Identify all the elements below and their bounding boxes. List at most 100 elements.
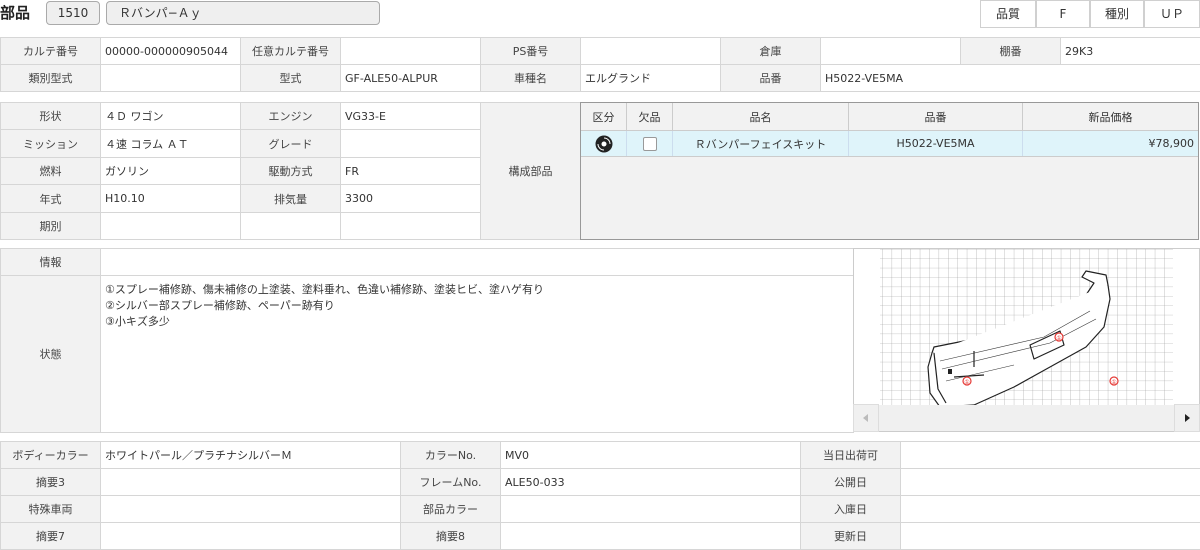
update-date-label: 更新日: [800, 522, 901, 550]
public-date-label: 公開日: [800, 468, 901, 496]
missing-cell: [627, 131, 673, 156]
color-no-label: カラーNo.: [400, 441, 501, 469]
shelf-label: 棚番: [960, 37, 1061, 65]
memo7-value: [100, 522, 401, 550]
part-no-value: H5022-VE5MA: [820, 64, 1200, 92]
year-value: H10.10: [100, 184, 241, 213]
col-part-no: 品番: [849, 103, 1023, 130]
arrival-date-label: 入庫日: [800, 495, 901, 523]
period-value: [100, 212, 241, 240]
update-date-value: [900, 522, 1200, 550]
state-label: 状態: [0, 275, 101, 433]
engine-value: VG33-E: [340, 102, 481, 130]
quality-label: 品質: [980, 0, 1036, 28]
type-label: 種別: [1090, 0, 1144, 28]
period-spacer: [240, 212, 341, 240]
frame-no-value: ALE50-033: [500, 468, 801, 496]
col-new-price: 新品価格: [1023, 103, 1198, 130]
special-vehicle-label: 特殊車両: [0, 495, 101, 523]
car-name-value: エルグランド: [580, 64, 721, 92]
state-line: ③小キズ多少: [105, 315, 170, 328]
triangle-right-icon: [1185, 414, 1190, 422]
triangle-left-icon: [863, 414, 868, 422]
class-model-value: [100, 64, 241, 92]
info-value: [100, 248, 854, 276]
displacement-label: 排気量: [240, 184, 341, 213]
drive-value: FR: [340, 157, 481, 185]
col-name: 品名: [673, 103, 849, 130]
damage-marker: ①: [1111, 379, 1116, 386]
karte-info-table: カルテ番号 00000-000000905044 任意カルテ番号 PS番号 倉庫…: [0, 37, 1200, 92]
bottom-info-table: ボディーカラー ホワイトパール／プラチナシルバーＭ カラーNo. MV0 当日出…: [0, 441, 1200, 550]
special-vehicle-value: [100, 495, 401, 523]
ps-no-label: PS番号: [480, 37, 581, 65]
body-color-label: ボディーカラー: [0, 441, 101, 469]
part-code-field[interactable]: 1510: [46, 1, 100, 25]
memo8-value: [500, 522, 801, 550]
public-date-value: [900, 468, 1200, 496]
memo7-label: 摘要7: [0, 522, 101, 550]
karte-no-value: 00000-000000905044: [100, 37, 241, 65]
missing-checkbox[interactable]: [642, 136, 657, 151]
shelf-value: 29K3: [1060, 37, 1200, 65]
color-no-value: MV0: [500, 441, 801, 469]
any-karte-value: [340, 37, 481, 65]
col-category: 区分: [581, 103, 627, 130]
part-color-value: [500, 495, 801, 523]
damage-marker: ①: [1056, 335, 1061, 342]
period-spacer: [340, 212, 481, 240]
table-row[interactable]: Ｒバンパーフェイスキット H5022-VE5MA ¥78,900: [581, 131, 1198, 157]
state-line: ②シルバー部スプレー補修跡、ペーパー跡有り: [105, 299, 335, 312]
disc-icon: [595, 135, 612, 152]
info-label: 情報: [0, 248, 101, 276]
any-karte-label: 任意カルテ番号: [240, 37, 341, 65]
components-list: 区分 欠品 品名 品番 新品価格 Ｒバンパーフェイスキット H5022-VE5M…: [580, 102, 1199, 240]
class-model-label: 類別型式: [0, 64, 101, 92]
price-cell: ¥78,900: [1148, 137, 1195, 150]
car-name-label: 車種名: [480, 64, 581, 92]
model-value: GF-ALE50-ALPUR: [340, 64, 481, 92]
same-day-value: [900, 441, 1200, 469]
body-color-value: ホワイトパール／プラチナシルバーＭ: [100, 441, 401, 469]
grade-value: [340, 129, 481, 158]
arrival-date-value: [900, 495, 1200, 523]
bumper-diagram-image: ① ① ①: [854, 249, 1199, 431]
part-no-cell: H5022-VE5MA: [849, 131, 1023, 156]
state-notes: ①スプレー補修跡、傷未補修の上塗装、塗料垂れ、色違い補修跡、塗装ヒビ、塗ハゲ有り…: [100, 275, 854, 433]
components-label: 構成部品: [480, 102, 581, 240]
state-line: ①スプレー補修跡、傷未補修の上塗装、塗料垂れ、色違い補修跡、塗装ヒビ、塗ハゲ有り: [105, 283, 544, 296]
quality-value: F: [1036, 0, 1090, 28]
karte-no-label: カルテ番号: [0, 37, 101, 65]
warehouse-label: 倉庫: [720, 37, 821, 65]
mission-value: ４速 コラム ＡＴ: [100, 129, 241, 158]
frame-no-label: フレームNo.: [400, 468, 501, 496]
year-label: 年式: [0, 184, 101, 213]
shape-value: ４Ｄ ワゴン: [100, 102, 241, 130]
period-label: 期別: [0, 212, 101, 240]
part-color-label: 部品カラー: [400, 495, 501, 523]
model-label: 型式: [240, 64, 341, 92]
fuel-value: ガソリン: [100, 157, 241, 185]
memo3-label: 摘要3: [0, 468, 101, 496]
part-no-label: 品番: [720, 64, 821, 92]
page-title: 部品: [0, 4, 31, 22]
memo8-label: 摘要8: [400, 522, 501, 550]
ps-no-value: [580, 37, 721, 65]
grade-label: グレード: [240, 129, 341, 158]
fuel-label: 燃料: [0, 157, 101, 185]
part-name-cell: Ｒバンパーフェイスキット: [673, 131, 849, 156]
mission-label: ミッション: [0, 129, 101, 158]
prev-image-button[interactable]: [853, 404, 879, 432]
same-day-label: 当日出荷可: [800, 441, 901, 469]
drive-label: 駆動方式: [240, 157, 341, 185]
type-value: ＵＰ: [1144, 0, 1200, 28]
spec-table: 形状 ４Ｄ ワゴン エンジン VG33-E 構成部品 ミッション ４速 コラム …: [0, 102, 581, 240]
next-image-button[interactable]: [1174, 404, 1200, 432]
engine-label: エンジン: [240, 102, 341, 130]
warehouse-value: [820, 37, 961, 65]
damage-marker: ①: [964, 379, 969, 386]
part-image-panel: ① ① ①: [853, 248, 1200, 432]
part-name-field[interactable]: Ｒバンパ−Ａｙ: [106, 1, 380, 25]
category-cell: [581, 131, 627, 156]
displacement-value: 3300: [340, 184, 481, 213]
